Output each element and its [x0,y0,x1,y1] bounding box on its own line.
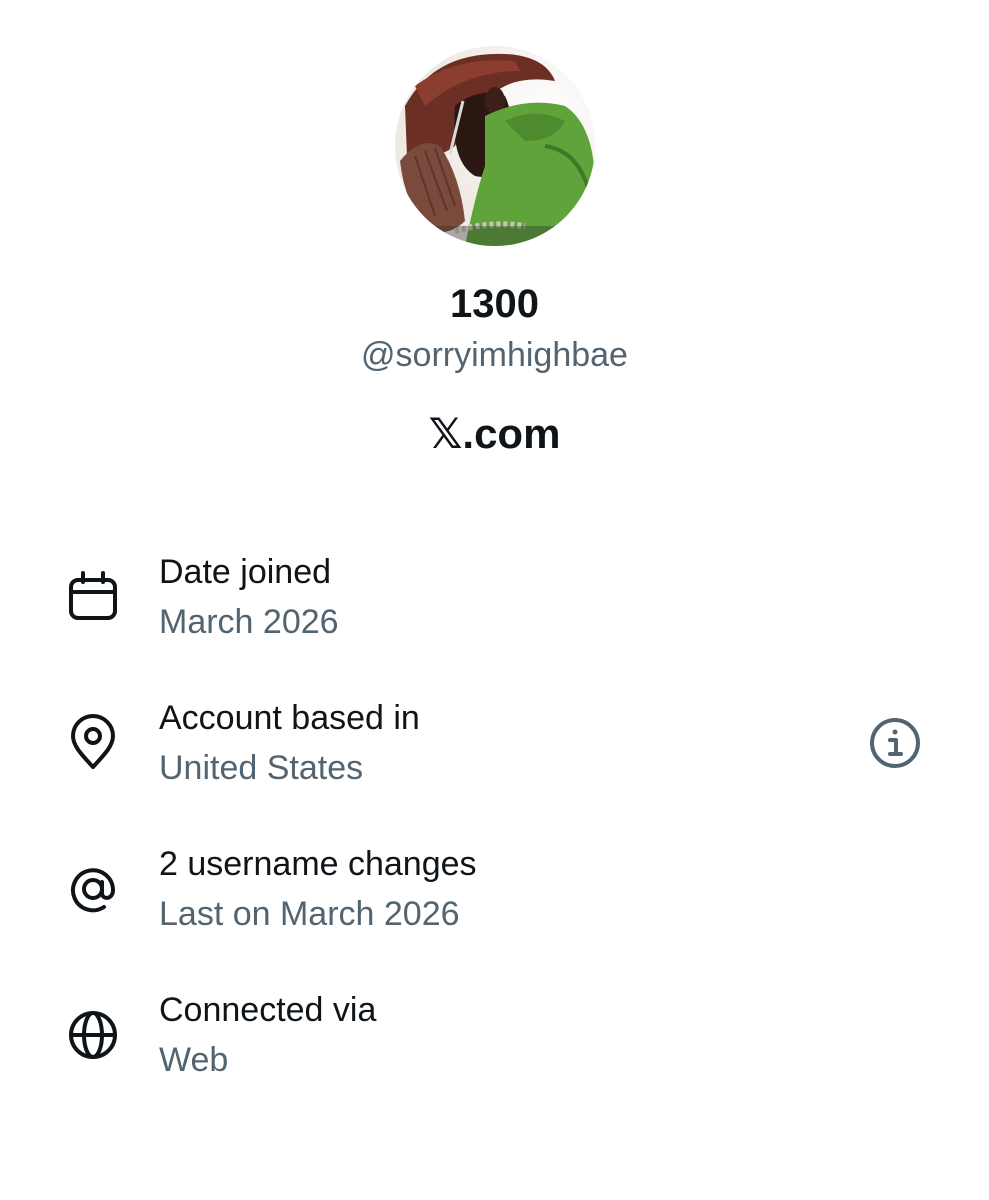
calendar-icon [64,568,122,626]
display-name: 1300 [450,282,539,326]
detail-row-username-changes: 2 username changes Last on March 2026 [0,842,989,952]
detail-row-account-location: Account based in United States [0,696,989,806]
detail-value: Last on March 2026 [159,895,460,933]
detail-value: Web [159,1041,229,1079]
detail-row-connected-via: Connected via Web [0,988,989,1098]
detail-title: Date joined [159,553,332,591]
at-sign-icon [64,860,122,918]
location-pin-icon [64,714,122,772]
detail-value: United States [159,749,364,787]
detail-title: Connected via [159,991,377,1029]
detail-title: Account based in [159,699,420,737]
platform-label: 𝕏.com [428,410,561,457]
info-icon[interactable] [866,714,924,772]
profile-avatar[interactable] [395,46,595,246]
avatar-image [395,46,595,246]
detail-value: March 2026 [159,603,339,641]
username-handle: @sorryimhighbae [361,336,628,374]
globe-icon [64,1006,122,1064]
detail-row-date-joined: Date joined March 2026 [0,550,989,660]
detail-title: 2 username changes [159,845,477,883]
